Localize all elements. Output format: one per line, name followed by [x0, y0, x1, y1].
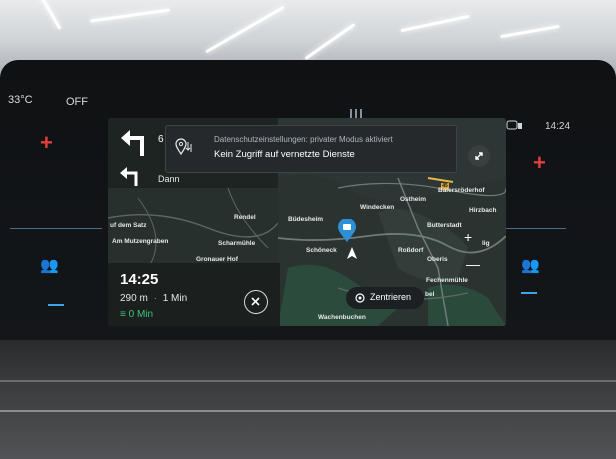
map-label: Ostheim: [400, 196, 427, 203]
map-label: Wachenbuchen: [318, 314, 366, 321]
map-label: bel: [425, 291, 435, 298]
ev-info: ≡ 0 Min: [120, 309, 153, 320]
map-label: Büdesheim: [288, 216, 324, 223]
dashboard-lower: [0, 340, 616, 459]
left-temp-plus-button[interactable]: +: [40, 132, 53, 154]
ceiling-light: [90, 8, 170, 23]
map-label: Roßdorf: [398, 247, 424, 254]
right-temp-plus-button[interactable]: +: [533, 152, 546, 174]
map-label: Rendel: [234, 214, 256, 221]
map-label: Hirzbach: [469, 207, 497, 214]
map-label: Butterstadt: [427, 222, 462, 229]
zoom-out-button[interactable]: —: [466, 256, 480, 272]
ev-car-icon: ≡: [120, 309, 126, 320]
turn-left-arrow-icon: [118, 126, 150, 161]
expand-map-button[interactable]: [468, 145, 490, 167]
car-position-icon: [345, 246, 359, 265]
privacy-banner-line2: Kein Zugriff auf vernetzte Dienste: [214, 149, 355, 160]
privacy-banner: Datenschutzeinstellungen: privater Modus…: [165, 125, 457, 173]
left-divider: [10, 228, 102, 229]
close-icon: [251, 297, 260, 306]
trim-line: [0, 410, 616, 412]
map-label: Windecken: [360, 204, 395, 211]
ev-time: 0 Min: [128, 309, 154, 320]
center-button-label: Zentrieren: [370, 292, 412, 302]
location-privacy-icon: [175, 138, 192, 156]
right-seat-occupants-icon[interactable]: 👥: [521, 256, 540, 274]
ceiling-light: [304, 23, 356, 60]
left-temp-minus-button[interactable]: [48, 304, 64, 306]
then-label: Dann: [158, 174, 180, 184]
distance-duration: 290 m · 1 Min: [120, 293, 187, 304]
left-seat-occupants-icon[interactable]: 👥: [40, 256, 59, 274]
map-label: Oberis: [427, 256, 448, 263]
expand-icon: [475, 152, 483, 160]
left-temperature: 33°C: [8, 94, 33, 106]
privacy-banner-line1: Datenschutzeinstellungen: privater Modus…: [214, 135, 393, 144]
ac-off-button[interactable]: OFF: [66, 96, 88, 108]
distance: 290 m: [120, 293, 148, 304]
clock: 14:24: [545, 121, 571, 132]
destination-pin-icon[interactable]: [337, 218, 357, 248]
separator: ·: [153, 293, 157, 304]
center-map-button[interactable]: Zentrieren: [346, 287, 424, 309]
next-turn-distance: 6: [158, 134, 164, 145]
ceiling-light: [205, 5, 285, 54]
map-label: Schöneck: [306, 247, 337, 254]
map-label: lig: [482, 240, 490, 247]
duration: 1 Min: [162, 293, 188, 304]
map-label: Scharmühle: [218, 240, 256, 247]
connectivity-icon: [506, 118, 524, 136]
right-temp-minus-button[interactable]: [521, 292, 537, 294]
eta-card: 14:25 290 m · 1 Min ≡ 0 Min: [108, 263, 280, 326]
ceiling-light: [400, 14, 470, 33]
ceiling-light: [500, 24, 560, 39]
right-divider: [506, 228, 566, 229]
crosshair-icon: [355, 293, 365, 303]
ceiling-light: [38, 0, 62, 30]
map-label: uf dem Satz: [110, 222, 147, 229]
arrival-time: 14:25: [120, 271, 159, 288]
map-label: Gronauer Hof: [196, 256, 238, 263]
trim-line: [0, 380, 616, 382]
map-label: Am Mutzengraben: [112, 238, 169, 245]
zoom-in-button[interactable]: +: [464, 229, 472, 245]
map-label: Fechenmühle: [426, 277, 468, 284]
nav-screen: 45 Baiersröderhof Ostheim Windecken Hirz…: [108, 118, 506, 326]
then-turn-left-arrow-icon: [118, 164, 142, 191]
map-label: Baiersröderhof: [438, 187, 485, 194]
cancel-route-button[interactable]: [244, 290, 268, 314]
